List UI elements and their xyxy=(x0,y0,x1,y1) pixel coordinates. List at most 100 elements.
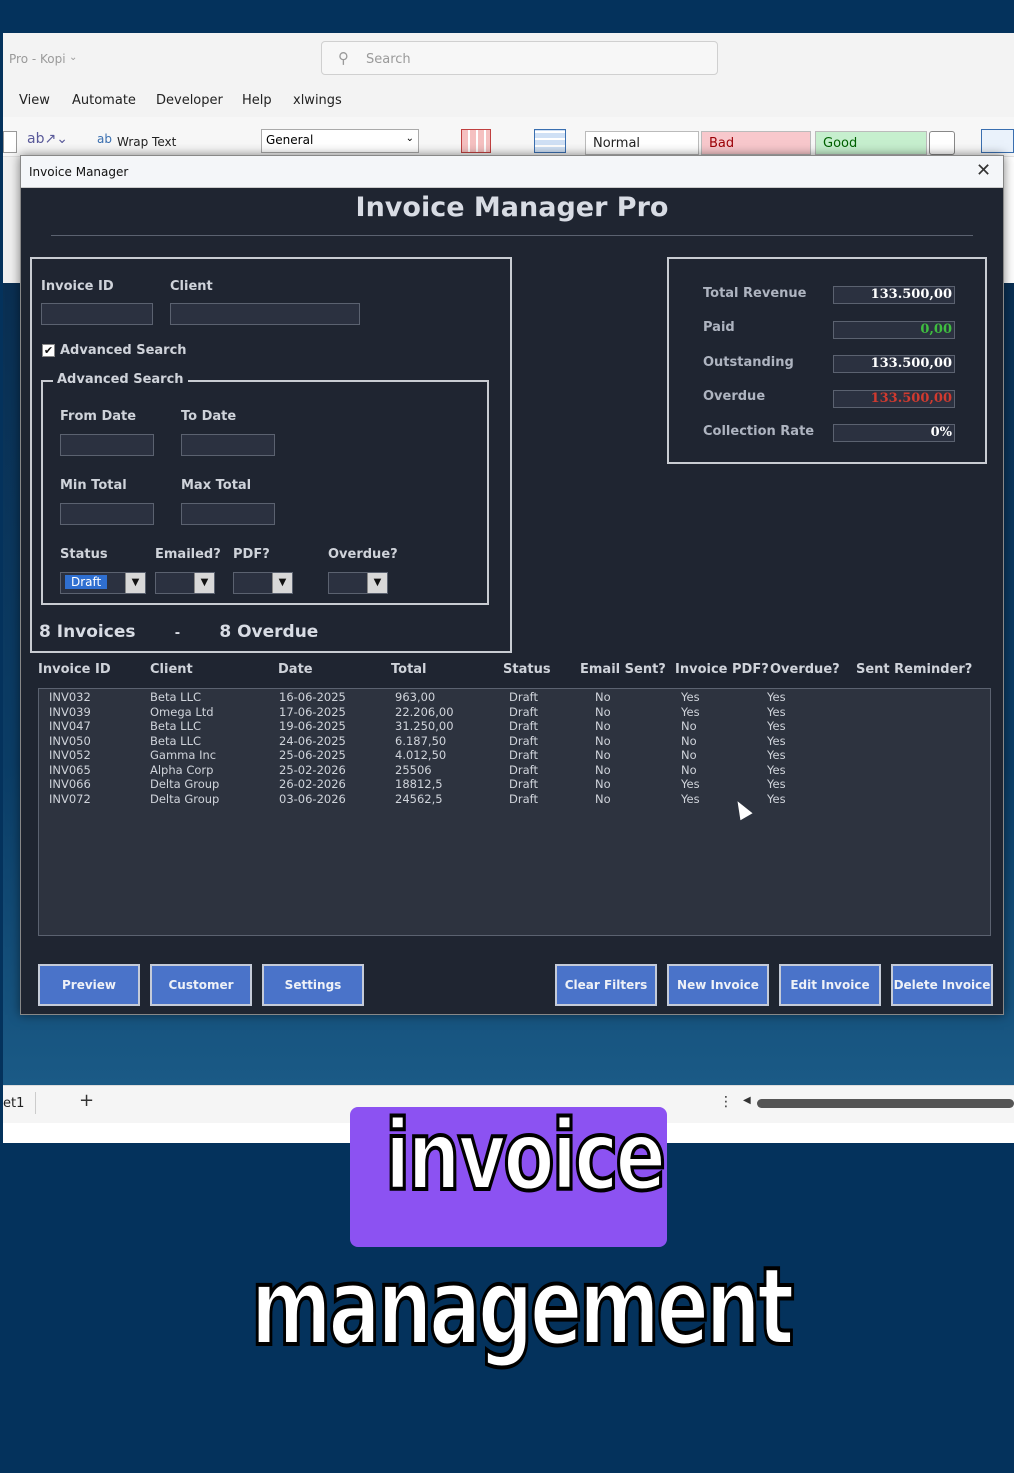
cell-status: Draft xyxy=(509,777,538,791)
client-input[interactable] xyxy=(170,303,360,325)
delete-invoice-button[interactable]: Delete Invoice xyxy=(891,964,993,1006)
to-date-label: To Date xyxy=(181,409,237,424)
menu-help[interactable]: Help xyxy=(242,93,272,108)
invoice-list[interactable]: INV032 Beta LLC 16-06-2025 963,00 Draft No Yes… xyxy=(38,688,991,936)
cell-status: Draft xyxy=(509,719,538,733)
customer-button[interactable]: Customer xyxy=(150,964,252,1006)
invoice-id-input[interactable] xyxy=(41,303,153,325)
invoice-manager-dialog: Invoice Manager ✕ Invoice Manager Pro In… xyxy=(20,155,1004,1015)
table-row[interactable]: INV052 Gamma Inc 25-06-2025 4.012,50 Draft No… xyxy=(39,748,990,763)
excel-menubar: View Automate Developer Help xlwings xyxy=(3,83,1014,117)
format-as-table-icon[interactable] xyxy=(534,129,566,153)
col-header-sent-reminder: Sent Reminder? xyxy=(856,662,973,677)
advanced-search-group: Advanced Search From Date To Date Min To… xyxy=(41,372,489,605)
cell-invoice-id: INV052 xyxy=(49,748,91,762)
cell-invoice-id: INV072 xyxy=(49,791,91,806)
excel-search-box[interactable]: ⚲ Search xyxy=(321,41,718,75)
caption-line-1: invoice xyxy=(383,1098,667,1214)
menu-view[interactable]: View xyxy=(19,93,50,108)
from-date-input[interactable] xyxy=(60,434,154,456)
menu-automate[interactable]: Automate xyxy=(72,93,136,108)
col-header-client: Client xyxy=(150,662,193,677)
chevron-down-icon[interactable]: ▼ xyxy=(367,573,387,593)
orientation-icon[interactable]: ab↗⌄ xyxy=(27,131,68,147)
table-row[interactable]: INV032 Beta LLC 16-06-2025 963,00 Draft No Yes… xyxy=(39,690,990,705)
overdue-select[interactable]: ▼ xyxy=(328,572,388,594)
number-format-value: General xyxy=(266,133,314,147)
invoice-count: 8 Invoices xyxy=(39,622,136,642)
cell-overdue: Yes xyxy=(767,777,786,791)
cell-date: 25-06-2025 xyxy=(279,748,346,762)
chevron-down-icon[interactable]: ▼ xyxy=(194,573,214,593)
total-revenue-label: Total Revenue xyxy=(703,286,807,301)
new-invoice-button[interactable]: New Invoice xyxy=(667,964,769,1006)
col-header-overdue: Overdue? xyxy=(770,662,840,677)
cell-overdue: Yes xyxy=(767,719,786,733)
pdf-select[interactable]: ▼ xyxy=(233,572,293,594)
wrap-text-button[interactable]: Wrap Text xyxy=(117,135,176,149)
table-row[interactable]: INV047 Beta LLC 19-06-2025 31.250,00 Draft No… xyxy=(39,719,990,734)
advanced-search-checkbox[interactable]: ✔ xyxy=(42,344,55,357)
more-options-icon[interactable]: ⋮ xyxy=(719,1094,733,1110)
cell-total: 963,00 xyxy=(395,690,436,704)
overdue-amount-label: Overdue xyxy=(703,389,766,404)
close-icon[interactable]: ✕ xyxy=(976,160,991,181)
table-row[interactable]: INV066 Delta Group 26-02-2026 18812,5 Draft N… xyxy=(39,777,990,792)
col-header-invoice-id: Invoice ID xyxy=(38,662,111,677)
chevron-down-icon[interactable]: ⌄ xyxy=(69,52,77,63)
preview-button[interactable]: Preview xyxy=(38,964,140,1006)
max-total-input[interactable] xyxy=(181,503,275,525)
col-header-date: Date xyxy=(278,662,313,677)
align-icon[interactable] xyxy=(3,131,17,153)
from-date-label: From Date xyxy=(60,409,137,424)
style-good[interactable]: Good xyxy=(815,131,927,155)
cell-client: Beta LLC xyxy=(150,733,202,748)
settings-button[interactable]: Settings xyxy=(262,964,364,1006)
add-sheet-button[interactable]: + xyxy=(79,1090,94,1111)
table-row[interactable]: INV072 Delta Group 03-06-2026 24562,5 Draft N… xyxy=(39,792,990,807)
cell-email-sent: No xyxy=(595,733,611,748)
cell-total: 24562,5 xyxy=(395,791,443,806)
cell-status: Draft xyxy=(509,791,538,806)
horizontal-scrollbar[interactable] xyxy=(757,1099,1014,1108)
number-format-select[interactable]: General ⌄ xyxy=(261,129,419,153)
caption-line-2: management xyxy=(249,1243,796,1372)
status-select[interactable]: Draft ▼ xyxy=(60,572,146,594)
chevron-down-icon[interactable]: ▼ xyxy=(125,573,145,593)
clear-filters-button[interactable]: Clear Filters xyxy=(555,964,657,1006)
table-row[interactable]: INV065 Alpha Corp 25-02-2026 25506 Draft No No… xyxy=(39,763,990,778)
emailed-select[interactable]: ▼ xyxy=(155,572,215,594)
edit-invoice-button[interactable]: Edit Invoice xyxy=(779,964,881,1006)
to-date-input[interactable] xyxy=(181,434,275,456)
cell-invoice-pdf: No xyxy=(681,762,697,777)
conditional-formatting-icon[interactable] xyxy=(461,129,491,153)
scroll-left-icon[interactable]: ◀ xyxy=(743,1095,751,1106)
app-title: Invoice Manager Pro xyxy=(355,192,669,223)
cell-invoice-pdf: Yes xyxy=(681,704,700,719)
table-row[interactable]: INV050 Beta LLC 24-06-2025 6.187,50 Draft No N… xyxy=(39,734,990,749)
outstanding-value: 133.500,00 xyxy=(833,355,955,373)
cell-email-sent: No xyxy=(595,704,611,719)
status-label: Status xyxy=(60,547,108,562)
collection-rate-value: 0% xyxy=(833,424,955,442)
col-header-total: Total xyxy=(391,662,427,677)
insert-cells-icon[interactable] xyxy=(981,129,1014,153)
menu-xlwings[interactable]: xlwings xyxy=(293,93,342,108)
styles-more-button[interactable] xyxy=(929,131,955,155)
cell-total: 31.250,00 xyxy=(395,719,454,733)
min-total-input[interactable] xyxy=(60,503,154,525)
style-bad[interactable]: Bad xyxy=(701,131,811,155)
sheet-tab[interactable]: et1 xyxy=(3,1096,24,1111)
min-total-label: Min Total xyxy=(60,478,127,493)
cell-client: Beta LLC xyxy=(150,719,202,733)
cell-overdue: Yes xyxy=(767,748,786,762)
advanced-search-checkbox-label: Advanced Search xyxy=(60,343,187,358)
chevron-down-icon[interactable]: ▼ xyxy=(272,573,292,593)
cell-total: 22.206,00 xyxy=(395,704,454,719)
menu-developer[interactable]: Developer xyxy=(156,93,223,108)
cell-status: Draft xyxy=(509,762,538,777)
style-normal[interactable]: Normal xyxy=(585,131,699,155)
col-header-invoice-pdf: Invoice PDF? xyxy=(675,662,769,677)
table-row[interactable]: INV039 Omega Ltd 17-06-2025 22.206,00 Draft N… xyxy=(39,705,990,720)
cell-status: Draft xyxy=(509,690,538,704)
